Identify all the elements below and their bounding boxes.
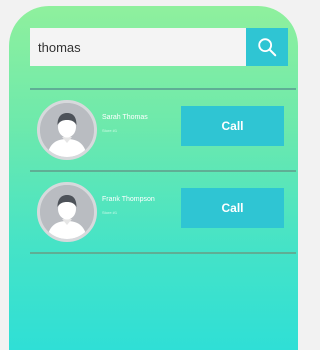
- search-button[interactable]: [246, 28, 288, 66]
- contact-name: Sarah Thomas: [102, 114, 148, 121]
- contact-subtitle: Store #1: [102, 128, 118, 133]
- avatar: [37, 182, 97, 242]
- search-input[interactable]: [30, 28, 246, 66]
- contact-row: Sarah Thomas Store #1 Call: [9, 100, 298, 176]
- divider: [30, 252, 296, 254]
- divider: [30, 88, 296, 90]
- call-button[interactable]: Call: [181, 188, 284, 228]
- avatar: [37, 100, 97, 160]
- contact-subtitle: Store #1: [102, 210, 118, 215]
- call-button[interactable]: Call: [181, 106, 284, 146]
- phone-screen: Sarah Thomas Store #1 Call Frank Thompso…: [9, 6, 298, 350]
- contact-row: Frank Thompson Store #1 Call: [9, 182, 298, 258]
- contact-name: Frank Thompson: [102, 196, 155, 203]
- search-icon: [258, 38, 277, 57]
- user-avatar-icon: [40, 103, 94, 157]
- divider: [30, 170, 296, 172]
- search-bar: [30, 28, 296, 66]
- user-avatar-icon: [40, 185, 94, 239]
